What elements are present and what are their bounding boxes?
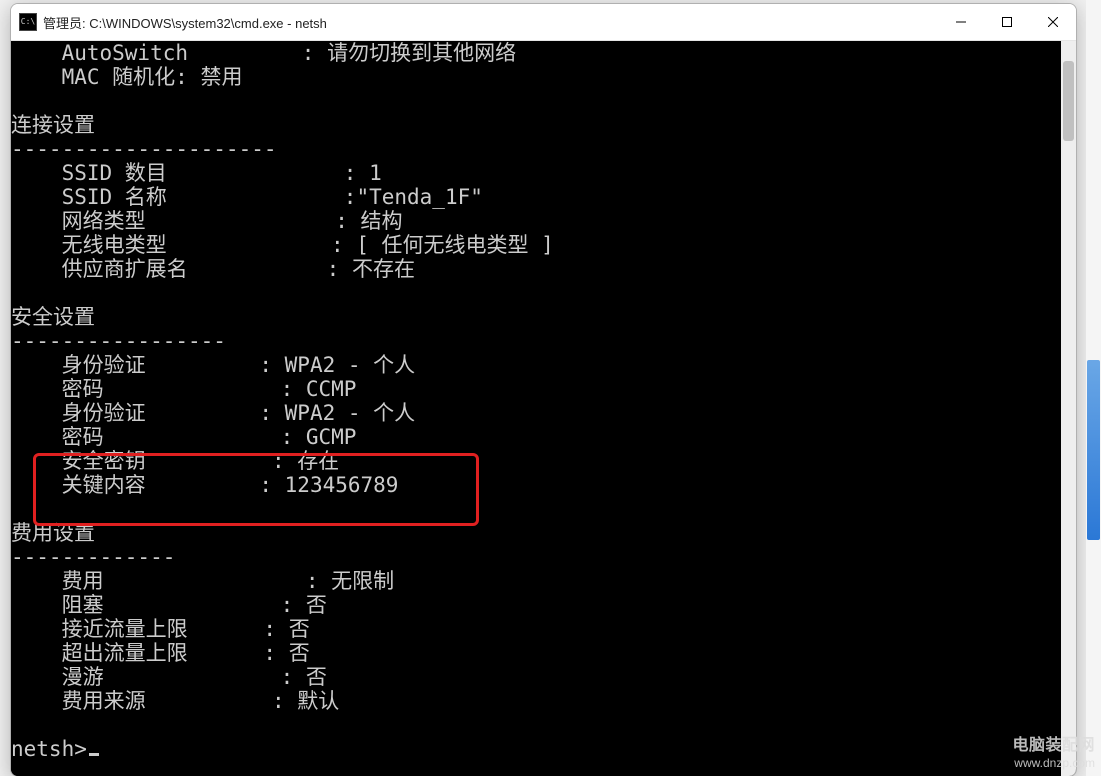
titlebar[interactable]: C:\ 管理员: C:\WINDOWS\system32\cmd.exe - n…	[11, 4, 1076, 41]
page-thumbnail	[1087, 360, 1100, 540]
watermark: 电脑装配网 www.dnzp.com	[1012, 736, 1095, 770]
terminal-output[interactable]: AutoSwitch : 请勿切换到其他网络 MAC 随机化: 禁用 连接设置 …	[11, 41, 1061, 776]
close-button[interactable]	[1030, 4, 1076, 40]
minimize-button[interactable]	[938, 4, 984, 40]
terminal-scrollbar-thumb[interactable]	[1063, 61, 1074, 141]
page-right-strip	[1086, 0, 1101, 776]
title-left: C:\ 管理员: C:\WINDOWS\system32\cmd.exe - n…	[19, 13, 327, 32]
maximize-button[interactable]	[984, 4, 1030, 40]
cursor	[89, 753, 99, 756]
window-title-text: 管理员: C:\WINDOWS\system32\cmd.exe - netsh	[43, 13, 327, 32]
terminal-scrollbar-track[interactable]	[1061, 41, 1076, 776]
section-cost-title: 费用设置	[11, 521, 95, 545]
section-sec-title: 安全设置	[11, 305, 95, 329]
section-conn-title: 连接设置	[11, 113, 95, 137]
cmd-window: C:\ 管理员: C:\WINDOWS\system32\cmd.exe - n…	[10, 3, 1077, 776]
prompt[interactable]: netsh>	[11, 737, 87, 761]
cmd-icon: C:\	[19, 13, 37, 31]
